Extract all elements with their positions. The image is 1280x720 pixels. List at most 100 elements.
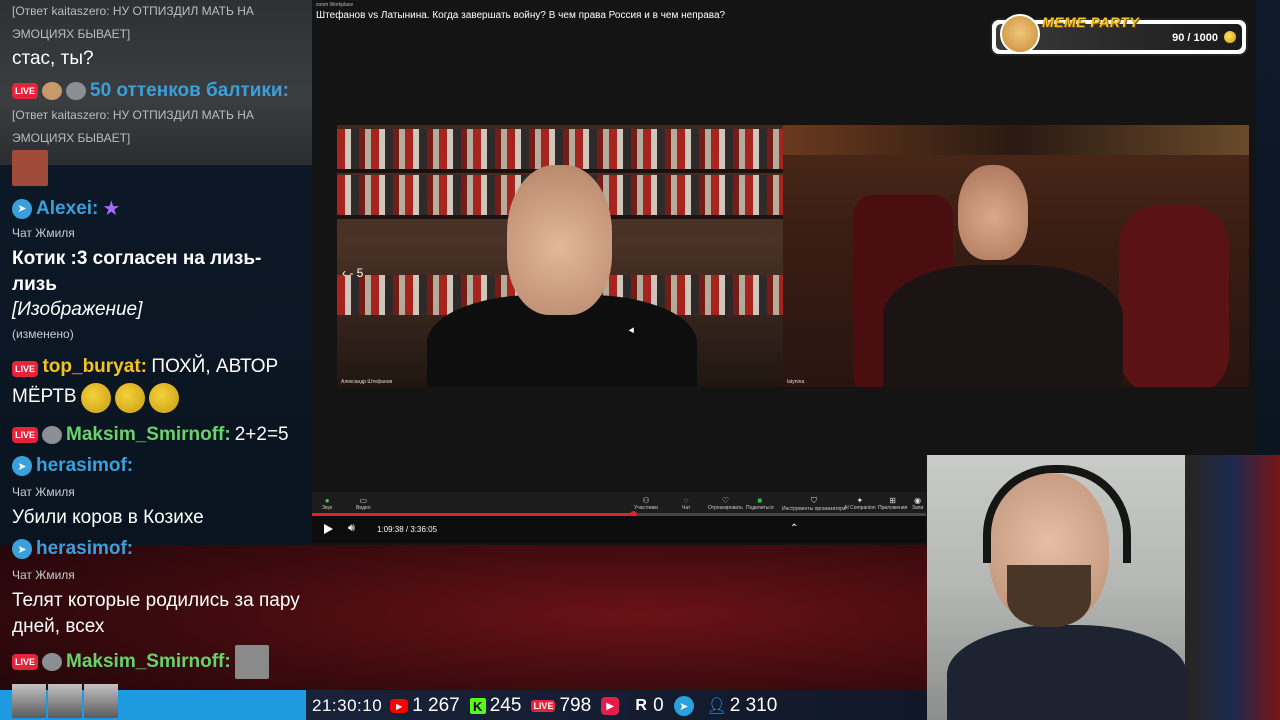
chat-message-header: ➤ herasimof:: [12, 455, 304, 477]
chevron-up-icon[interactable]: ⌃: [790, 523, 798, 534]
toolbar-host-tools[interactable]: ⛉ Инструменты организатора: [782, 496, 846, 512]
toolbar-share[interactable]: ■ Поделиться: [746, 496, 774, 511]
telegram-icon: ➤: [12, 539, 32, 559]
clock: 21:30:10: [312, 696, 383, 715]
total-viewers: 👤︎ 2 310: [706, 695, 778, 716]
zoom-logo: zoom Workplace: [316, 2, 354, 8]
toolbar-record[interactable]: ◉ Запи: [912, 496, 923, 511]
camera-icon: ▭: [359, 496, 368, 505]
chat-image-placeholder[interactable]: [Изображение]: [12, 297, 304, 323]
toolbar-participants[interactable]: ⚇ Участники: [634, 496, 658, 511]
chat-nick[interactable]: Maksim_Smirnoff:: [66, 651, 231, 673]
emoji-face-icon: [115, 383, 146, 413]
toolbar-react[interactable]: ♡ Отреагировать: [708, 496, 743, 511]
zoom-toolbar: ● Звук ▭ Видео ⚇ Участники ◌ Чат ♡ Отреагиров…: [312, 492, 926, 514]
meme-party-score: 90 / 1000: [1172, 32, 1218, 44]
person-body: [883, 265, 1123, 387]
chat-edited-label: (изменено): [12, 327, 74, 341]
chat-message-text: Телят которые родились за пару дней, все…: [12, 590, 300, 637]
star-icon: ★: [102, 198, 121, 220]
microphone-icon: ●: [324, 496, 330, 505]
flag-curtain: [1185, 455, 1280, 720]
pepe-emote-icon: [66, 82, 87, 100]
toolbar-ai-companion[interactable]: ✦ AI Companion: [844, 496, 876, 511]
person-head: [958, 165, 1028, 260]
playback-time: 1:09:38 / 3:36:05: [377, 525, 438, 534]
r-icon: R: [635, 697, 647, 714]
chat-nick[interactable]: 50 оттенков балтики:: [90, 80, 289, 102]
record-icon: ◉: [914, 496, 922, 505]
telegram-icon: ➤: [12, 456, 32, 476]
live-icon: LIVE: [12, 83, 39, 99]
chat-nick[interactable]: top_buryat:: [42, 356, 147, 377]
participant-video-right[interactable]: latynina: [783, 125, 1249, 387]
emoji-face-icon: [149, 383, 180, 413]
participant-name: latynina: [787, 379, 805, 385]
chat-message-header: LIVE Maksim_Smirnoff: 2+2=5: [12, 422, 304, 448]
bookshelf: [337, 129, 783, 169]
chat-reply-quote: [Ответ kaitaszero: НУ ОТПИЗДИЛ МАТЬ НА Э…: [12, 108, 254, 145]
chat-nick[interactable]: herasimof:: [36, 455, 133, 477]
meme-party-widget: 90 / 1000 MEME PARTY: [992, 14, 1246, 54]
telegram-icon: ➤: [673, 696, 694, 716]
rutube-icon: ▶: [601, 697, 620, 715]
sparkle-icon: ✦: [856, 496, 864, 505]
chat-message-header: ➤ Alexei: ★: [12, 196, 304, 221]
chat-message: LIVE top_buryat: ПОХЙ, АВТОР МЁРТВ: [12, 352, 304, 413]
participant-name: Александр Штефанов: [341, 379, 393, 385]
avatar: [12, 684, 46, 718]
player-controls: 🔊︎ 1:09:38 / 3:36:05 ⌃: [312, 516, 926, 543]
toolbar-chat[interactable]: ◌ Чат: [682, 496, 690, 511]
youtube-icon: ▶: [390, 699, 409, 713]
chat-reply-quote: [Ответ kaitaszero: НУ ОТПИЗДИЛ МАТЬ НА Э…: [12, 4, 254, 41]
chat-nick[interactable]: Alexei:: [36, 198, 98, 220]
volume-icon[interactable]: 🔊︎: [348, 522, 355, 535]
chat-source: Чат Жмиля: [12, 568, 75, 582]
person-head: [507, 165, 612, 315]
toolbar-apps[interactable]: ⊞ Приложения: [878, 496, 907, 511]
face-emote-icon: [234, 645, 269, 679]
chat-message-header: LIVE Maksim_Smirnoff:: [12, 645, 304, 679]
chair: [1119, 205, 1229, 387]
viewer-stats: 21:30:10 ▶ 1 267 K 245 LIVE 798 ▶ R 0 ➤ …: [312, 692, 787, 720]
live-icon: LIVE: [12, 361, 39, 377]
chat-message-text: Убили коров в Козихе: [12, 507, 204, 528]
bird-emote-icon: [42, 82, 63, 100]
toolbar-video[interactable]: ▭ Видео: [356, 496, 371, 511]
meme-party-title: MEME PARTY: [1042, 14, 1140, 30]
chat-panel: [Ответ kaitaszero: НУ ОТПИЗДИЛ МАТЬ НА Э…: [0, 0, 312, 720]
streamer-beard: [1007, 565, 1091, 627]
vk-live-viewers: LIVE 798: [531, 695, 592, 716]
face-emote-icon: [12, 150, 48, 186]
avatar: [48, 684, 82, 718]
rutube-viewers: ▶: [601, 697, 623, 715]
live-icon: LIVE: [12, 654, 39, 670]
video-title: Штефанов vs Латынина. Когда завершать во…: [316, 10, 726, 21]
apps-icon: ⊞: [889, 496, 896, 505]
chat-emote-image: [12, 150, 304, 191]
kick-icon: K: [469, 698, 486, 714]
user-icon: 👤︎: [706, 698, 727, 715]
toolbar-audio[interactable]: ● Звук: [322, 496, 332, 511]
streamer-shirt: [947, 625, 1187, 720]
r-viewers: R 0: [633, 695, 663, 717]
avatar: [84, 684, 118, 718]
share-screen-icon: ■: [757, 496, 763, 505]
youtube-viewers: ▶ 1 267: [390, 695, 460, 717]
wall-decor: [783, 125, 1249, 155]
chat-nick[interactable]: Maksim_Smirnoff:: [66, 424, 231, 446]
live-icon: LIVE: [12, 427, 39, 443]
chat-message-header: ➤ herasimof:: [12, 538, 304, 560]
heart-icon: ♡: [721, 496, 730, 505]
doge-icon: [1000, 14, 1040, 54]
chat-source: Чат Жмиля: [12, 226, 75, 240]
chat-nick[interactable]: herasimof:: [36, 538, 133, 560]
participant-video-left[interactable]: Александр Штефанов: [337, 125, 783, 387]
shield-icon: ⛉: [810, 496, 817, 505]
live-icon: LIVE: [531, 700, 556, 712]
rewind-indicator: ‹ - 5: [342, 266, 364, 280]
chat-icon: ◌: [683, 496, 689, 505]
play-icon[interactable]: [324, 524, 333, 534]
chat-message-header: LIVE 50 оттенков балтики:: [12, 80, 304, 102]
chat-message-text: 2+2=5: [234, 424, 289, 445]
